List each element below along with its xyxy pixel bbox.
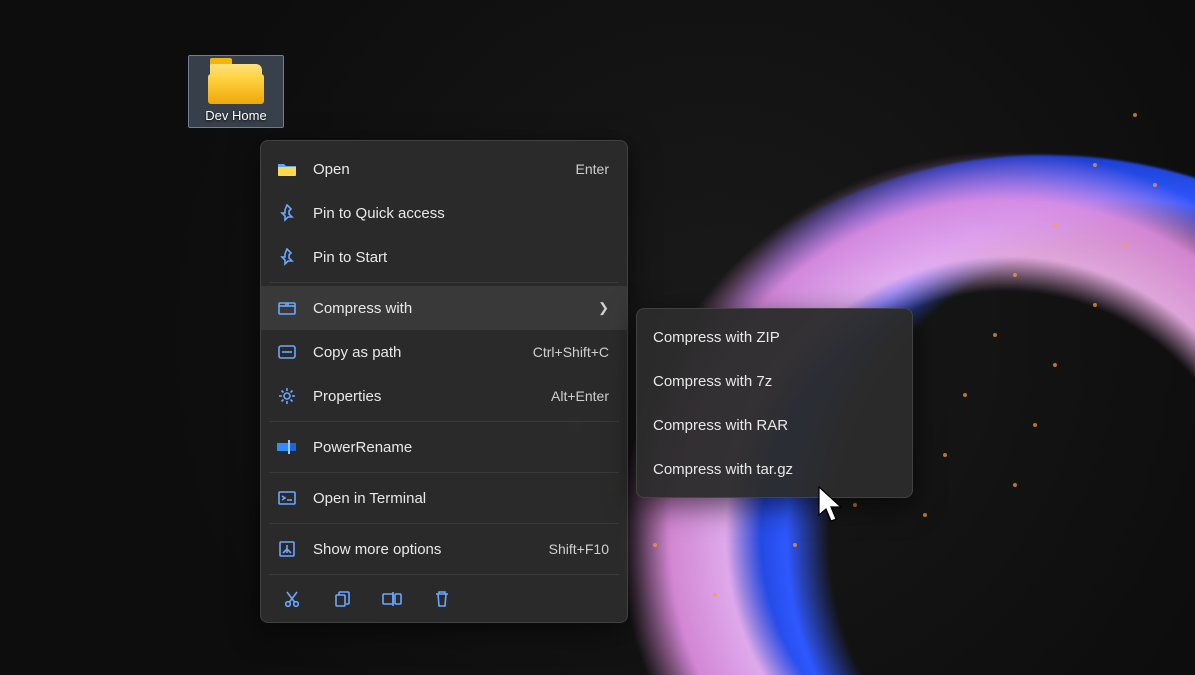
submenu-item-rar[interactable]: Compress with RAR (637, 403, 912, 447)
submenu-item-zip[interactable]: Compress with ZIP (637, 315, 912, 359)
desktop-folder-dev-home[interactable]: Dev Home (188, 55, 284, 128)
powerrename-icon (277, 437, 297, 457)
menu-accel: Ctrl+Shift+C (533, 344, 609, 360)
menu-item-pin-quick-access[interactable]: Pin to Quick access (261, 191, 627, 235)
context-menu: Open Enter Pin to Quick access Pin to St… (260, 140, 628, 623)
submenu-item-targz[interactable]: Compress with tar.gz (637, 447, 912, 491)
submenu-label: Compress with 7z (653, 373, 894, 390)
menu-separator (269, 523, 619, 524)
menu-accel: Alt+Enter (551, 388, 609, 404)
menu-label: Open in Terminal (313, 490, 609, 507)
menu-label: Compress with (313, 300, 582, 317)
menu-item-copy-as-path[interactable]: Copy as path Ctrl+Shift+C (261, 330, 627, 374)
menu-item-open-terminal[interactable]: Open in Terminal (261, 476, 627, 520)
copy-icon[interactable] (331, 588, 353, 610)
archive-icon (277, 298, 297, 318)
menu-item-pin-start[interactable]: Pin to Start (261, 235, 627, 279)
submenu-label: Compress with RAR (653, 417, 894, 434)
properties-icon (277, 386, 297, 406)
folder-icon (208, 62, 264, 104)
pin-icon (277, 203, 297, 223)
delete-icon[interactable] (431, 588, 453, 610)
menu-item-properties[interactable]: Properties Alt+Enter (261, 374, 627, 418)
cut-icon[interactable] (281, 588, 303, 610)
menu-item-powerrename[interactable]: PowerRename (261, 425, 627, 469)
folder-open-icon (277, 159, 297, 179)
menu-label: Copy as path (313, 344, 517, 361)
pin-icon (277, 247, 297, 267)
submenu-label: Compress with ZIP (653, 329, 894, 346)
menu-label: Pin to Start (313, 249, 609, 266)
menu-separator (269, 574, 619, 575)
menu-label: Properties (313, 388, 535, 405)
desktop-folder-label: Dev Home (191, 108, 281, 123)
menu-item-show-more-options[interactable]: Show more options Shift+F10 (261, 527, 627, 571)
path-icon (277, 342, 297, 362)
context-menu-action-row (261, 578, 627, 616)
menu-accel: Shift+F10 (549, 541, 609, 557)
menu-separator (269, 472, 619, 473)
submenu-item-7z[interactable]: Compress with 7z (637, 359, 912, 403)
menu-item-open[interactable]: Open Enter (261, 147, 627, 191)
submenu-label: Compress with tar.gz (653, 461, 894, 478)
menu-separator (269, 421, 619, 422)
menu-label: Pin to Quick access (313, 205, 609, 222)
menu-label: Show more options (313, 541, 533, 558)
menu-label: Open (313, 161, 560, 178)
menu-separator (269, 282, 619, 283)
more-options-icon (277, 539, 297, 559)
submenu-compress: Compress with ZIP Compress with 7z Compr… (636, 308, 913, 498)
chevron-right-icon: ❯ (598, 300, 609, 316)
menu-label: PowerRename (313, 439, 609, 456)
rename-icon[interactable] (381, 588, 403, 610)
terminal-icon (277, 488, 297, 508)
menu-item-compress-with[interactable]: Compress with ❯ (261, 286, 627, 330)
menu-accel: Enter (576, 161, 609, 177)
